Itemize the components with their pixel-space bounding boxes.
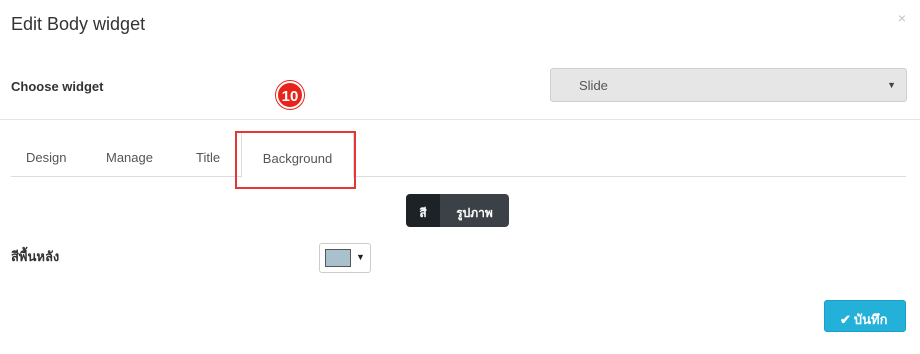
color-mode-button[interactable]: สี	[406, 194, 440, 227]
tab-title[interactable]: Title	[196, 131, 220, 177]
tab-design[interactable]: Design	[26, 131, 66, 177]
tab-manage[interactable]: Manage	[106, 131, 153, 177]
tab-bar: Design Manage Title Background	[11, 131, 906, 178]
header-divider	[0, 119, 920, 120]
close-icon[interactable]: ×	[898, 10, 906, 26]
save-button[interactable]: ✔ บันทึก	[824, 300, 906, 332]
chevron-down-icon: ▼	[356, 252, 365, 262]
chevron-down-icon: ▼	[887, 80, 896, 90]
color-picker[interactable]: ▼	[319, 243, 371, 273]
save-button-label: บันทึก	[853, 312, 888, 327]
image-mode-button[interactable]: รูปภาพ	[440, 194, 509, 227]
background-mode-toggle: สี รูปภาพ	[406, 194, 509, 227]
modal-title: Edit Body widget	[11, 14, 146, 34]
annotation-step-badge: 10	[276, 81, 304, 109]
widget-select-value: Slide	[579, 78, 608, 93]
widget-select[interactable]: Slide ▼	[550, 68, 907, 102]
background-color-label: สีพื้นหลัง	[11, 249, 60, 264]
choose-widget-label: Choose widget	[11, 79, 104, 94]
annotation-highlight-box	[235, 131, 356, 189]
color-swatch	[325, 249, 351, 267]
check-icon: ✔	[840, 312, 851, 327]
